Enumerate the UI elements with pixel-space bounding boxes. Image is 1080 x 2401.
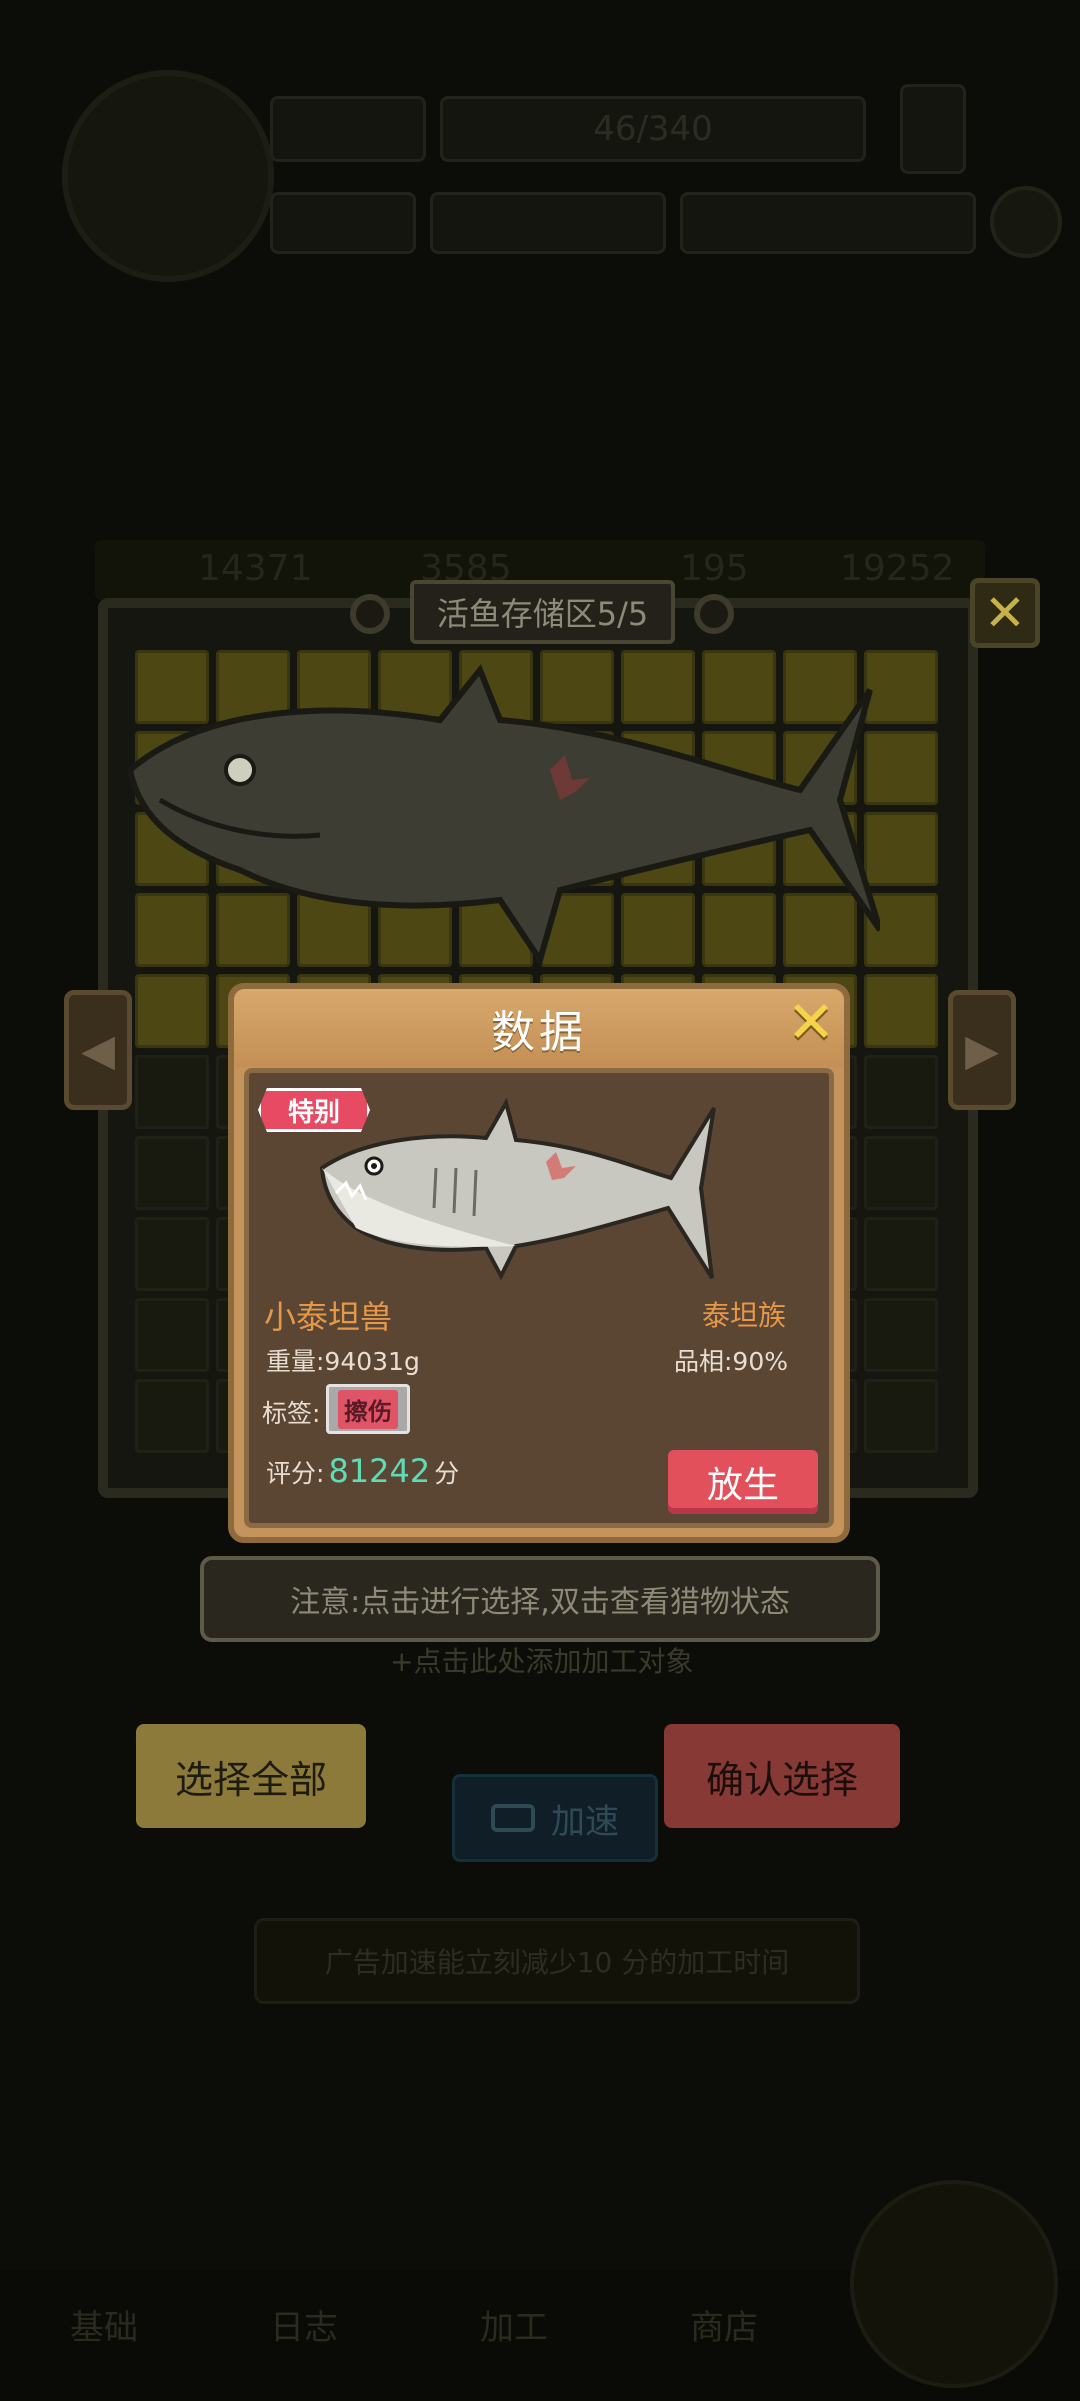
- next-page-button[interactable]: ▶: [948, 990, 1016, 1110]
- storage-cell[interactable]: [135, 1136, 209, 1210]
- nav-item-log[interactable]: 日志: [270, 2300, 338, 2349]
- arrow-left-icon: ◀: [81, 1024, 115, 1076]
- nav-item-process[interactable]: 加工: [480, 2300, 548, 2349]
- close-storage-button[interactable]: ✕: [970, 578, 1040, 648]
- close-icon: ✕: [984, 584, 1026, 642]
- storage-cell[interactable]: [864, 1379, 938, 1453]
- resource-value-3: 195: [680, 548, 749, 589]
- resource-value-4: 19252: [840, 548, 955, 589]
- fish-weight: 重量:94031g: [266, 1347, 420, 1376]
- storage-cell[interactable]: [135, 1298, 209, 1372]
- storage-title-text: 活鱼存储区5/5: [436, 595, 649, 633]
- ad-hint: 广告加速能立刻减少10 分的加工时间: [254, 1918, 860, 2004]
- label-tag-text: 擦伤: [338, 1389, 398, 1429]
- storage-cell[interactable]: [135, 1055, 209, 1129]
- modal-title-text: 数据: [491, 1007, 587, 1058]
- release-button-label: 放生: [706, 1465, 779, 1506]
- title-ring-right: [694, 594, 734, 634]
- nav-item-shop[interactable]: 商店: [690, 2300, 758, 2349]
- confirm-label: 确认选择: [705, 1757, 858, 1802]
- storage-cell[interactable]: [135, 1217, 209, 1291]
- fish-name: 小泰坦兽: [264, 1298, 393, 1336]
- notice-bar: 注意:点击进行选择,双击查看猎物状态: [200, 1556, 880, 1642]
- nav-item-basic[interactable]: 基础: [70, 2300, 138, 2349]
- storage-cell[interactable]: [135, 1379, 209, 1453]
- storage-title: 活鱼存储区5/5: [410, 580, 675, 644]
- storage-cell[interactable]: [864, 1217, 938, 1291]
- score-prefix: 评分:: [266, 1459, 325, 1488]
- close-icon: ✕: [786, 988, 836, 1056]
- ad-hint-text: 广告加速能立刻减少10 分的加工时间: [324, 1946, 790, 1979]
- stat-box-1: [270, 192, 416, 254]
- select-all-label: 选择全部: [174, 1757, 327, 1802]
- confirm-selection-button[interactable]: 确认选择: [664, 1724, 900, 1828]
- storage-cell[interactable]: [864, 1298, 938, 1372]
- prev-page-button[interactable]: ◀: [64, 990, 132, 1110]
- notice-text: 注意:点击进行选择,双击查看猎物状态: [290, 1585, 790, 1620]
- resource-value-1: 14371: [198, 548, 313, 589]
- add-processing-hint[interactable]: +点击此处添加加工对象: [390, 1640, 693, 1680]
- storage-cell[interactable]: [864, 1136, 938, 1210]
- label-prefix: 标签:: [262, 1399, 321, 1428]
- storage-cell[interactable]: [864, 1055, 938, 1129]
- score-row: 评分: 81242 分: [266, 1452, 459, 1490]
- capacity-text: 46/340: [593, 109, 713, 149]
- release-button[interactable]: 放生: [668, 1450, 818, 1514]
- round-action-button[interactable]: [850, 2180, 1058, 2388]
- fish-family: 泰坦族: [702, 1299, 787, 1332]
- player-name-plate: [270, 96, 426, 162]
- title-ring-left: [350, 594, 390, 634]
- speed-up-label: 加速: [551, 1801, 619, 1842]
- menu-slot[interactable]: [900, 84, 966, 174]
- settings-gear-icon[interactable]: [990, 186, 1062, 258]
- video-icon: [491, 1804, 535, 1832]
- stat-box-2: [430, 192, 666, 254]
- score-unit: 分: [434, 1459, 460, 1488]
- label-tag-bruise[interactable]: 擦伤: [326, 1384, 410, 1434]
- capacity-counter: 46/340: [440, 96, 866, 162]
- player-avatar[interactable]: [62, 70, 274, 282]
- score-value: 81242: [328, 1452, 431, 1490]
- modal-title: 数据: [234, 989, 844, 1067]
- stored-shark-image[interactable]: [120, 660, 880, 990]
- modal-close-button[interactable]: ✕: [782, 988, 840, 1056]
- fish-quality: 品相:90%: [674, 1347, 788, 1376]
- arrow-right-icon: ▶: [965, 1024, 999, 1076]
- select-all-button[interactable]: 选择全部: [136, 1724, 366, 1828]
- stat-box-3: [680, 192, 976, 254]
- speed-up-button[interactable]: 加速: [452, 1774, 658, 1862]
- shark-portrait: [319, 1098, 716, 1281]
